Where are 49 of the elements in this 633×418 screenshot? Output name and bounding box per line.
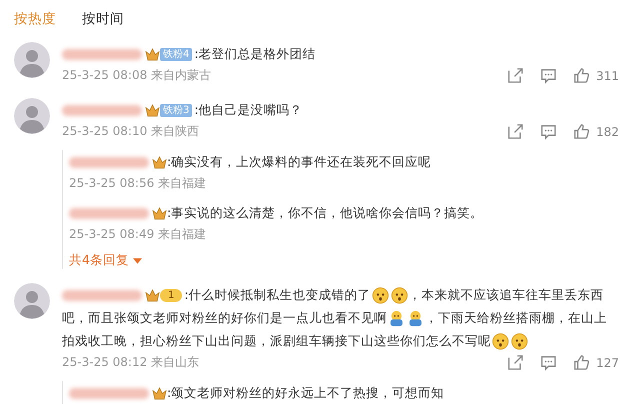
comment-text: :老登们总是格外团结 (194, 46, 316, 61)
reply-time: 25-3-25 08:56 来自福建 (69, 175, 208, 192)
reply-text: :确实没有，上次爆料的事件还在装死不回应呢 (167, 154, 432, 169)
crown-icon (152, 387, 167, 400)
comment-time: 25-3-25 08:08 来自内蒙古 (62, 67, 212, 84)
comment-text: 吧，而且张颂文老师对粉丝的好你们是一点儿也看不见啊 (62, 310, 387, 325)
comment-icon[interactable] (540, 67, 558, 84)
emoji-icon (388, 310, 405, 328)
share-icon[interactable] (507, 123, 524, 140)
comment-icon[interactable] (540, 354, 558, 371)
like-count: 182 (596, 124, 619, 138)
emoji-icon (390, 287, 408, 304)
like-count: 127 (596, 356, 619, 370)
reply-text: :事实说的这么清楚，你不信，他说啥你会信吗？搞笑。 (167, 205, 484, 220)
crown-icon (145, 48, 160, 62)
sort-tab[interactable]: 按热度 (14, 10, 56, 28)
comment-text: :什么时候抵制私生也变成错的了 (184, 287, 371, 302)
like-count: 311 (596, 68, 619, 82)
comment-text: :他自己是没嘴吗？ (194, 102, 303, 117)
comment-text: ，本来就不应该追车往车里丢东西 (408, 287, 604, 302)
like-icon[interactable] (573, 67, 590, 84)
level-badge: 1 (160, 289, 182, 302)
share-icon[interactable] (507, 67, 524, 84)
emoji-icon (372, 287, 389, 304)
comment-icon[interactable] (540, 123, 558, 140)
share-icon[interactable] (507, 354, 524, 371)
more-replies-link[interactable]: 共4条回复 (69, 252, 129, 269)
crown-icon (152, 207, 167, 220)
comment-text: 拍戏收工晚，担心粉丝下山出问题，派剧组车辆接下山这些你们怎么不写呢 (62, 333, 491, 348)
crown-icon (152, 156, 167, 170)
comment-text: ，下雨天给粉丝搭雨棚，在山上 (425, 310, 607, 325)
emoji-icon (511, 333, 528, 350)
fan-badge: 铁粉3 (160, 104, 192, 118)
avatar[interactable] (14, 42, 50, 78)
sort-tab[interactable]: 按时间 (82, 10, 124, 28)
avatar[interactable] (14, 283, 50, 319)
avatar[interactable] (14, 98, 50, 134)
crown-icon (145, 104, 160, 118)
comment-time: 25-3-25 08:12 来自山东 (62, 354, 200, 371)
crown-icon (145, 289, 160, 302)
reply-text: :颂文老师对粉丝的好永远上不了热搜，可想而知 (167, 385, 444, 400)
caret-icon (132, 258, 142, 264)
fan-badge: 铁粉4 (160, 48, 192, 62)
reply-time: 25-3-25 08:49 来自福建 (69, 226, 208, 243)
emoji-icon (407, 310, 424, 328)
like-icon[interactable] (573, 123, 590, 140)
like-icon[interactable] (573, 354, 590, 371)
comment-time: 25-3-25 08:10 来自陕西 (62, 123, 200, 140)
emoji-icon (492, 333, 509, 350)
